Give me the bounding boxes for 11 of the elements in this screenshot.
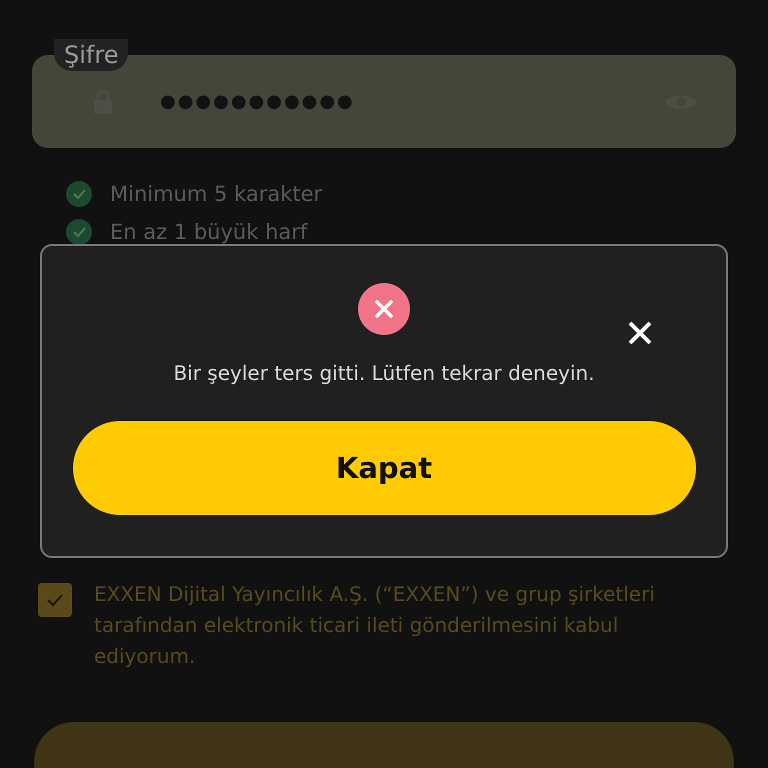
close-button[interactable]: Kapat	[72, 421, 696, 515]
error-message: Bir şeyler ters gitti. Lütfen tekrar deneyin.	[173, 361, 595, 385]
password-value: ●●●●●●●●●●●	[160, 91, 356, 112]
consent-text: EXXEN Dijital Yayıncılık A.Ş. (“EXXEN”) ve grup şirketleri tarafından elektronik ticari ileti gönderilmesini kabul ediyorum.	[94, 581, 656, 670]
rule-text: En az 1 büyük harf	[110, 220, 308, 244]
close-icon[interactable]	[627, 320, 653, 346]
checkbox[interactable]	[38, 583, 72, 617]
rule-text: Minimum 5 karakter	[110, 182, 322, 206]
error-icon	[358, 283, 410, 335]
check-icon	[45, 592, 65, 608]
field-label: Şifre	[54, 39, 128, 71]
